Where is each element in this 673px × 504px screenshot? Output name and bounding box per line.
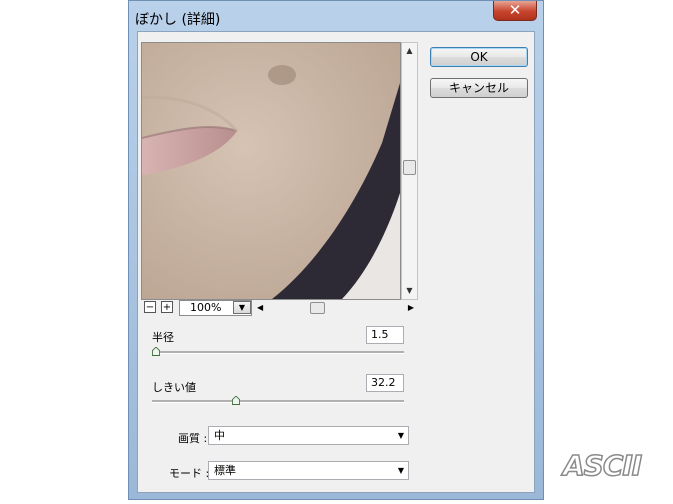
chevron-down-icon: ▼ xyxy=(397,466,404,475)
vertical-scroll-thumb[interactable] xyxy=(403,160,416,175)
title-bar[interactable]: ぼかし (詳細) ✕ xyxy=(129,1,543,31)
close-button[interactable]: ✕ xyxy=(493,1,537,21)
radius-label: 半径 xyxy=(152,331,174,344)
ascii-watermark-logo: ASCII xyxy=(562,448,643,483)
scroll-down-icon[interactable]: ▼ xyxy=(402,283,417,299)
radius-input[interactable]: 1.5 xyxy=(366,326,404,344)
zoom-level-value: 100% xyxy=(190,301,222,314)
zoom-in-button[interactable]: + xyxy=(161,301,173,313)
quality-label: 画質 : xyxy=(178,432,208,445)
radius-slider-track[interactable] xyxy=(152,351,404,354)
scroll-right-icon[interactable]: ▶ xyxy=(408,300,414,316)
cancel-button[interactable]: キャンセル xyxy=(430,78,528,98)
radius-slider-thumb[interactable] xyxy=(151,347,160,356)
chevron-down-icon: ▼ xyxy=(397,431,404,440)
threshold-label: しきい値 xyxy=(152,381,196,394)
preview-vertical-scrollbar[interactable]: ▲ ▼ xyxy=(401,42,418,300)
zoom-bar: − + 100% ▼ ◀ ▶ xyxy=(141,300,418,316)
blur-dialog-window: ぼかし (詳細) ✕ ▲ ▼ − + 100% ▼ ◀ ▶ OK キャンセル 半… xyxy=(128,0,544,500)
mode-selected-value: 標準 xyxy=(214,464,236,477)
mode-select[interactable]: 標準 ▼ xyxy=(208,461,409,480)
zoom-out-button[interactable]: − xyxy=(144,301,156,313)
preview-photo xyxy=(142,43,400,299)
zoom-dropdown-icon[interactable]: ▼ xyxy=(233,301,251,314)
quality-select[interactable]: 中 ▼ xyxy=(208,426,409,445)
threshold-slider-thumb[interactable] xyxy=(232,396,241,405)
scroll-up-icon[interactable]: ▲ xyxy=(402,43,417,59)
window-title: ぼかし (詳細) xyxy=(135,12,221,28)
close-icon: ✕ xyxy=(508,1,522,19)
horizontal-scroll-thumb[interactable] xyxy=(310,302,325,314)
preview-horizontal-scrollbar[interactable]: ◀ ▶ xyxy=(253,300,418,316)
preview-image[interactable] xyxy=(141,42,401,300)
dialog-client-area: ▲ ▼ − + 100% ▼ ◀ ▶ OK キャンセル 半径 1.5 しきい値 … xyxy=(137,31,535,493)
quality-selected-value: 中 xyxy=(214,429,225,442)
scroll-left-icon[interactable]: ◀ xyxy=(257,300,263,316)
mode-label: モード : xyxy=(169,467,210,480)
ok-button[interactable]: OK xyxy=(430,47,528,67)
threshold-slider-track[interactable] xyxy=(152,400,404,403)
threshold-input[interactable]: 32.2 xyxy=(366,374,404,392)
